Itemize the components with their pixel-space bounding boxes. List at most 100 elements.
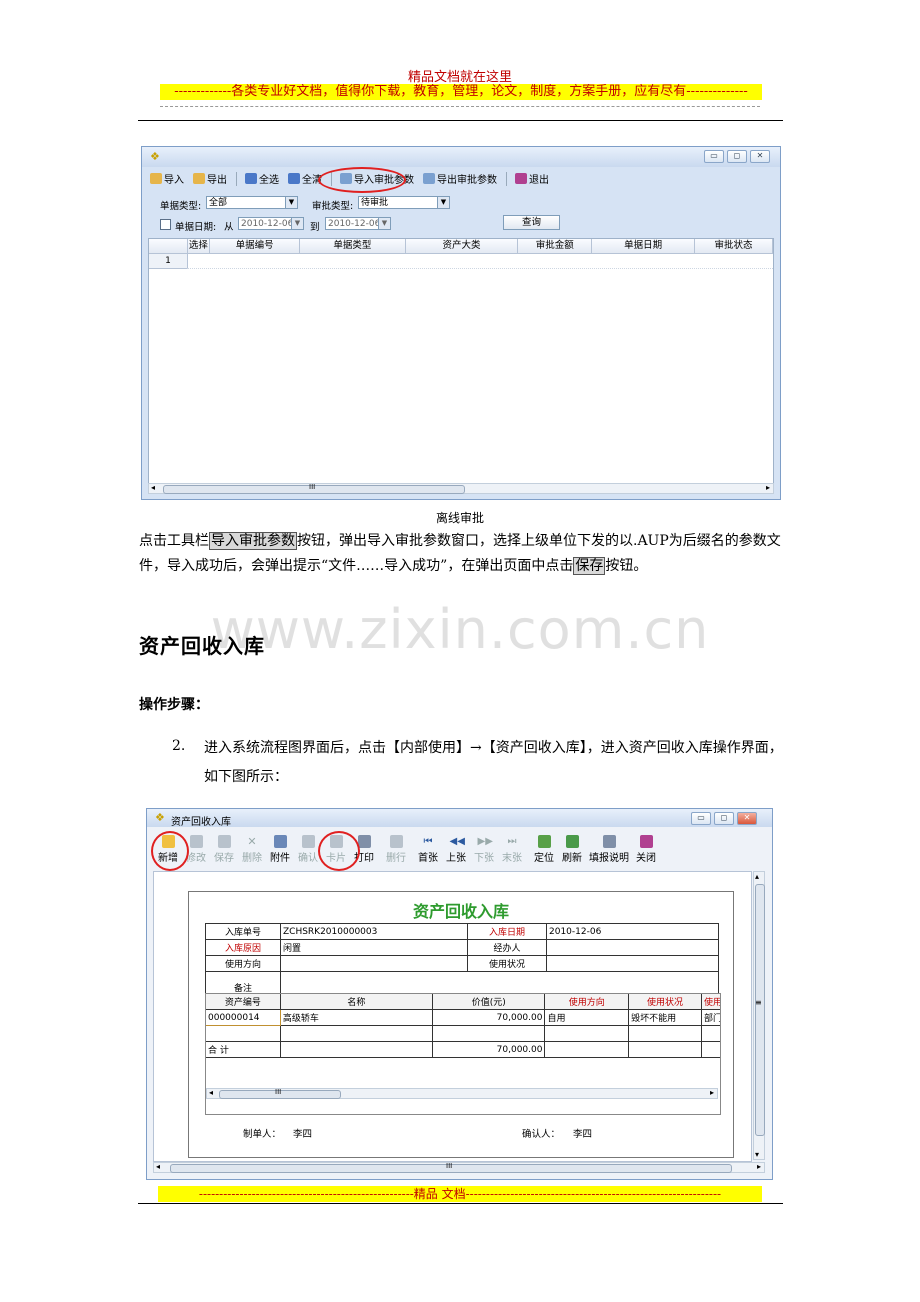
scroll-right-icon[interactable]: ▸ [757, 1162, 761, 1171]
delete-icon: ✕ [247, 835, 257, 848]
total-row: 合 计 70,000.00 [206, 1041, 720, 1058]
in-date-field[interactable]: 2010-12-06 [546, 923, 719, 940]
header-banner: -------------各类专业好文档，值得你下载，教育，管理，论文，制度，方… [160, 84, 762, 100]
date-checkbox[interactable] [160, 219, 171, 230]
form-canvas: 资产回收入库 入库单号 ZCHSRK2010000003 入库日期 2010-1… [153, 871, 752, 1162]
section-title: 资产回收入库 [139, 634, 265, 658]
attachment-button[interactable]: 附件 [267, 835, 293, 864]
reason-field[interactable]: 闲置 [280, 939, 468, 956]
from-label: 从 [224, 222, 234, 233]
header-dashed-line [160, 106, 760, 107]
clear-all-button[interactable]: 全清 [288, 171, 322, 186]
grid-header: 选择 单据编号 单据类型 资产大类 审批金额 单据日期 审批状态 [149, 239, 773, 254]
fill-guide-button[interactable]: 填报说明 [587, 835, 631, 864]
in-no-field[interactable]: ZCHSRK2010000003 [280, 923, 468, 940]
refresh-icon [565, 835, 579, 848]
scroll-right-icon[interactable]: ▸ [710, 1088, 714, 1097]
guide-icon [602, 835, 616, 848]
scroll-left-icon[interactable]: ◂ [156, 1162, 160, 1171]
import-button[interactable]: 导入 [150, 171, 184, 186]
col-status[interactable]: 使用状况 [628, 994, 702, 1010]
header-rule [138, 120, 783, 121]
delete-row-button[interactable]: 删行 [383, 835, 409, 864]
scroll-up-icon[interactable]: ▴ [755, 872, 759, 881]
exit-icon [515, 173, 527, 184]
steps-title: 操作步骤： [139, 697, 209, 713]
confirm-icon [301, 835, 315, 848]
chevron-down-icon: ▼ [291, 218, 303, 229]
to-label: 到 [310, 222, 320, 233]
step-text: 进入系统流程图界面后，点击【内部使用】→【资产回收入库】，进入资产回收入库操作界… [204, 740, 783, 785]
col-asset-class[interactable]: 资产大类 [406, 239, 519, 253]
save-button[interactable]: 保存 [211, 835, 237, 864]
form-sheet: 资产回收入库 入库单号 ZCHSRK2010000003 入库日期 2010-1… [188, 891, 734, 1158]
exit-button[interactable]: 退出 [515, 171, 549, 186]
maker-value: 李四 [293, 1129, 313, 1140]
date-label: 单据日期: [175, 222, 217, 233]
minimize-button[interactable]: ▭ [691, 812, 711, 825]
previous-button[interactable]: ◀◀ 上张 [443, 835, 469, 864]
attachment-icon [273, 835, 287, 848]
minimize-button[interactable]: ▭ [704, 150, 724, 163]
col-doc-no[interactable]: 单据编号 [210, 239, 301, 253]
close-button[interactable]: ✕ [737, 812, 757, 825]
scroll-left-icon[interactable]: ◂ [209, 1088, 213, 1097]
query-button[interactable]: 查询 [503, 215, 560, 230]
col-dept[interactable]: 使用 [700, 994, 720, 1010]
col-status[interactable]: 审批状态 [695, 239, 773, 253]
form-title: 资产回收入库 [412, 902, 509, 921]
step-number: 2. [172, 738, 186, 754]
delete-button[interactable]: ✕ 删除 [239, 835, 265, 864]
col-direction[interactable]: 使用方向 [544, 994, 630, 1010]
maximize-button[interactable]: ◻ [714, 812, 734, 825]
maximize-button[interactable]: ◻ [727, 150, 747, 163]
select-all-button[interactable]: 全选 [245, 171, 279, 186]
confirmer-value: 李四 [573, 1129, 593, 1140]
doc-type-select[interactable]: 全部 ▼ [206, 196, 298, 209]
to-date-field[interactable]: 2010-12-06 ▼ [325, 217, 391, 230]
col-value[interactable]: 价值(元) [431, 994, 546, 1010]
scroll-down-icon[interactable]: ▾ [755, 1150, 759, 1159]
approve-type-select[interactable]: 待审批 ▼ [358, 196, 450, 209]
col-name[interactable]: 名称 [279, 994, 433, 1010]
vertical-scrollbar[interactable]: ▴ ≡ ▾ [753, 871, 765, 1160]
col-doc-type[interactable]: 单据类型 [300, 239, 406, 253]
refresh-button[interactable]: 刷新 [559, 835, 585, 864]
detail-grid: 资产编号 名称 价值(元) 使用方向 使用状况 使用 000000014 高级轿… [205, 993, 721, 1115]
scroll-thumb[interactable] [755, 884, 765, 1136]
table-row[interactable] [187, 254, 773, 269]
horizontal-scrollbar[interactable]: ◂ III ▸ [153, 1162, 765, 1173]
close-button[interactable]: ✕ [750, 150, 770, 163]
close-window-button[interactable]: 关闭 [633, 835, 659, 864]
table-row[interactable]: 000000014 高级轿车 70,000.00 自用 毁坏不能用 部门 [206, 1009, 720, 1026]
status-field[interactable] [546, 955, 719, 972]
chevron-down-icon: ▼ [378, 218, 390, 229]
annotation-circle [151, 831, 189, 871]
approve-type-label: 审批类型: [312, 201, 354, 212]
annotation-circle [318, 831, 360, 871]
handler-field[interactable] [546, 939, 719, 956]
col-asset-code[interactable]: 资产编号 [206, 994, 281, 1010]
detail-horizontal-scrollbar[interactable]: ◂ III ▸ [206, 1088, 718, 1099]
annotation-circle [318, 167, 406, 193]
export-button[interactable]: 导出 [193, 171, 227, 186]
watermark: www.zixin.com.cn [210, 598, 710, 661]
export-params-icon [423, 173, 435, 184]
last-button[interactable]: ⏭ 末张 [499, 835, 525, 864]
toolbar: 新增 修改 保存 ✕ 删除 附件 确认 卡片 打印 删行 ⏮ 首张 ◀◀ 上张 ▶▶ 下… [155, 835, 661, 864]
from-date-field[interactable]: 2010-12-06 ▼ [238, 217, 304, 230]
scroll-right-icon[interactable]: ▸ [766, 483, 770, 492]
col-select[interactable]: 选择 [188, 239, 211, 253]
next-button[interactable]: ▶▶ 下张 [471, 835, 497, 864]
export-approval-params-button[interactable]: 导出审批参数 [423, 171, 497, 186]
first-button[interactable]: ⏮ 首张 [415, 835, 441, 864]
chevron-down-icon: ▼ [285, 197, 297, 208]
col-amount[interactable]: 审批金额 [518, 239, 593, 253]
scroll-left-icon[interactable]: ◂ [151, 483, 155, 492]
horizontal-scrollbar[interactable]: ◂ III ▸ [148, 483, 774, 494]
next-icon: ▶▶ [477, 836, 493, 847]
col-doc-date[interactable]: 单据日期 [592, 239, 695, 253]
direction-field[interactable] [280, 955, 468, 972]
locate-button[interactable]: 定位 [531, 835, 557, 864]
save-inline-button: 保存 [573, 557, 606, 575]
